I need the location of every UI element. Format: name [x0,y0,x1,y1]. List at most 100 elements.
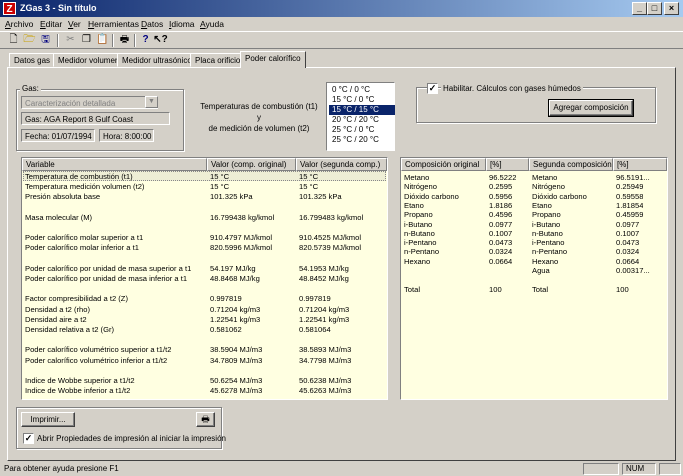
result-second-cell[interactable]: 101.325 kPa [296,192,342,202]
result-variable-cell[interactable]: Temperatura de combustión (t1) [22,172,133,182]
results-header-second[interactable]: Valor (segunda comp.) [296,158,387,171]
result-second-cell[interactable] [296,254,299,264]
help-icon[interactable]: ? [138,33,153,47]
composition-header-second[interactable]: Segunda composición [529,158,613,171]
result-original-cell[interactable]: 50.6254 MJ/m3 [207,376,262,386]
wet-gas-checkbox[interactable]: ✓ [427,83,438,94]
result-second-cell[interactable]: 0.71204 kg/m3 [296,305,349,315]
result-original-cell[interactable]: 910.4797 MJ/kmol [207,233,272,243]
print-button[interactable]: Imprimir... [21,412,75,427]
results-grid[interactable]: Variable Valor (comp. original) Valor (s… [21,157,388,400]
app-icon[interactable]: Z [3,2,16,15]
paste-icon[interactable]: 📋 [95,33,110,47]
result-second-cell[interactable] [296,284,299,294]
result-original-cell[interactable]: 54.197 MJ/kg [207,264,256,274]
minimize-button[interactable]: _ [632,2,647,15]
composition-second-name[interactable]: Agua [529,266,550,276]
result-second-cell[interactable]: 16.799483 kg/kmol [296,213,363,223]
copy-icon[interactable]: ❐ [79,33,94,47]
open-icon[interactable]: 🗁 [22,33,37,47]
tab-placa-orificio[interactable]: Placa orificio [190,53,246,67]
new-icon[interactable]: 🗋 [6,33,21,47]
save-icon[interactable]: 🖫 [38,33,53,47]
composition-header-original[interactable]: Composición original [401,158,486,171]
maximize-button[interactable]: □ [647,2,662,15]
method-combo[interactable]: Caracterización detallada [21,96,158,109]
result-original-cell[interactable] [207,366,210,376]
add-composition-button[interactable]: Agregar composición [548,99,634,117]
result-original-cell[interactable]: 45.6278 MJ/m3 [207,386,262,396]
composition-second-name[interactable]: Total [529,285,548,295]
result-variable-cell[interactable]: Factor compresibilidad a t2 (Z) [22,294,128,304]
result-variable-cell[interactable]: Densidad relativa a t2 (Gr) [22,325,114,335]
result-second-cell[interactable]: 15 °C [296,182,318,192]
result-second-cell[interactable] [296,223,299,233]
result-variable-cell[interactable]: Densidad a t2 (rho) [22,305,90,315]
result-variable-cell[interactable] [22,284,25,294]
composition-grid[interactable]: Composición original [%] Segunda composi… [400,157,668,400]
results-header-variable[interactable]: Variable [22,158,207,171]
result-original-cell[interactable] [207,335,210,345]
temperature-option[interactable]: 15 °C / 0 °C [329,95,395,105]
context-help-icon[interactable]: ↖? [153,33,168,47]
result-original-cell[interactable]: 0.997819 [207,294,242,304]
result-variable-cell[interactable]: Densidad aire a t2 [22,315,87,325]
result-original-cell[interactable]: 101.325 kPa [207,192,253,202]
result-second-cell[interactable]: 820.5739 MJ/kmol [296,243,361,253]
result-second-cell[interactable]: 50.6238 MJ/m3 [296,376,351,386]
result-variable-cell[interactable]: Indice de Wobbe superior a t1/t2 [22,376,135,386]
composition-original-name[interactable]: Total [401,285,420,295]
chevron-down-icon[interactable]: ▼ [145,96,158,108]
result-original-cell[interactable]: 16.799438 kg/kmol [207,213,274,223]
composition-original-pct[interactable]: 100 [486,285,502,295]
composition-original-name[interactable]: Hexano [401,257,430,267]
tab-medidor-volumen[interactable]: Medidor volumen [53,53,125,67]
result-variable-cell[interactable] [22,203,25,213]
menu-herramientas[interactable]: Herramientas [88,18,139,30]
print-properties-checkbox[interactable]: ✓ [23,433,34,444]
menu-ver[interactable]: Ver [68,18,81,30]
result-variable-cell[interactable]: Masa molecular (M) [22,213,92,223]
result-variable-cell[interactable]: Poder calorífico volumétrico inferior a … [22,356,167,366]
result-variable-cell[interactable]: Poder calorífico volumétrico superior a … [22,345,171,355]
temperature-option[interactable]: 0 °C / 0 °C [329,85,395,95]
result-second-cell[interactable]: 38.5893 MJ/m3 [296,345,351,355]
result-variable-cell[interactable]: Poder calorífico molar superior a t1 [22,233,143,243]
result-variable-cell[interactable] [22,223,25,233]
composition-header-original-pct[interactable]: [%] [486,158,529,171]
results-header-original[interactable]: Valor (comp. original) [207,158,296,171]
result-second-cell[interactable] [296,203,299,213]
result-original-cell[interactable] [207,254,210,264]
result-variable-cell[interactable]: Poder calorífico molar inferior a t1 [22,243,139,253]
result-second-cell[interactable]: 0.581064 [296,325,331,335]
temperature-option-selected[interactable]: 15 °C / 15 °C [329,105,395,115]
close-button[interactable]: × [664,2,679,15]
composition-header-second-pct[interactable]: [%] [613,158,667,171]
result-original-cell[interactable]: 0.71204 kg/m3 [207,305,260,315]
temperature-option[interactable]: 20 °C / 20 °C [329,115,395,125]
result-original-cell[interactable]: 1.22541 kg/m3 [207,315,260,325]
result-original-cell[interactable]: 0.581062 [207,325,242,335]
print-icon[interactable]: 🖶 [117,33,132,47]
menu-idioma[interactable]: Idioma [169,18,195,30]
result-original-cell[interactable] [207,284,210,294]
result-variable-cell[interactable]: Poder calorífico por unidad de masa infe… [22,274,187,284]
result-second-cell[interactable]: 15 °C [296,172,318,182]
result-second-cell[interactable]: 45.6263 MJ/m3 [296,386,351,396]
result-original-cell[interactable]: 38.5904 MJ/m3 [207,345,262,355]
tab-datos-gas[interactable]: Datos gas [9,53,56,67]
menu-datos[interactable]: Datos [141,18,163,30]
composition-second-pct[interactable]: 100 [613,285,629,295]
result-variable-cell[interactable] [22,366,25,376]
menu-archivo[interactable]: Archivo [5,18,33,30]
result-original-cell[interactable]: 820.5996 MJ/kmol [207,243,272,253]
printer-settings-icon[interactable]: 🖶 [196,412,215,427]
temperature-option[interactable]: 25 °C / 20 °C [329,135,395,145]
result-original-cell[interactable]: 34.7809 MJ/m3 [207,356,262,366]
result-original-cell[interactable]: 48.8468 MJ/kg [207,274,260,284]
result-variable-cell[interactable] [22,254,25,264]
composition-second-pct[interactable]: 0.00317... [613,266,650,276]
result-original-cell[interactable] [207,223,210,233]
menu-editar[interactable]: Editar [40,18,62,30]
result-variable-cell[interactable]: Indice de Wobbe inferior a t1/t2 [22,386,130,396]
